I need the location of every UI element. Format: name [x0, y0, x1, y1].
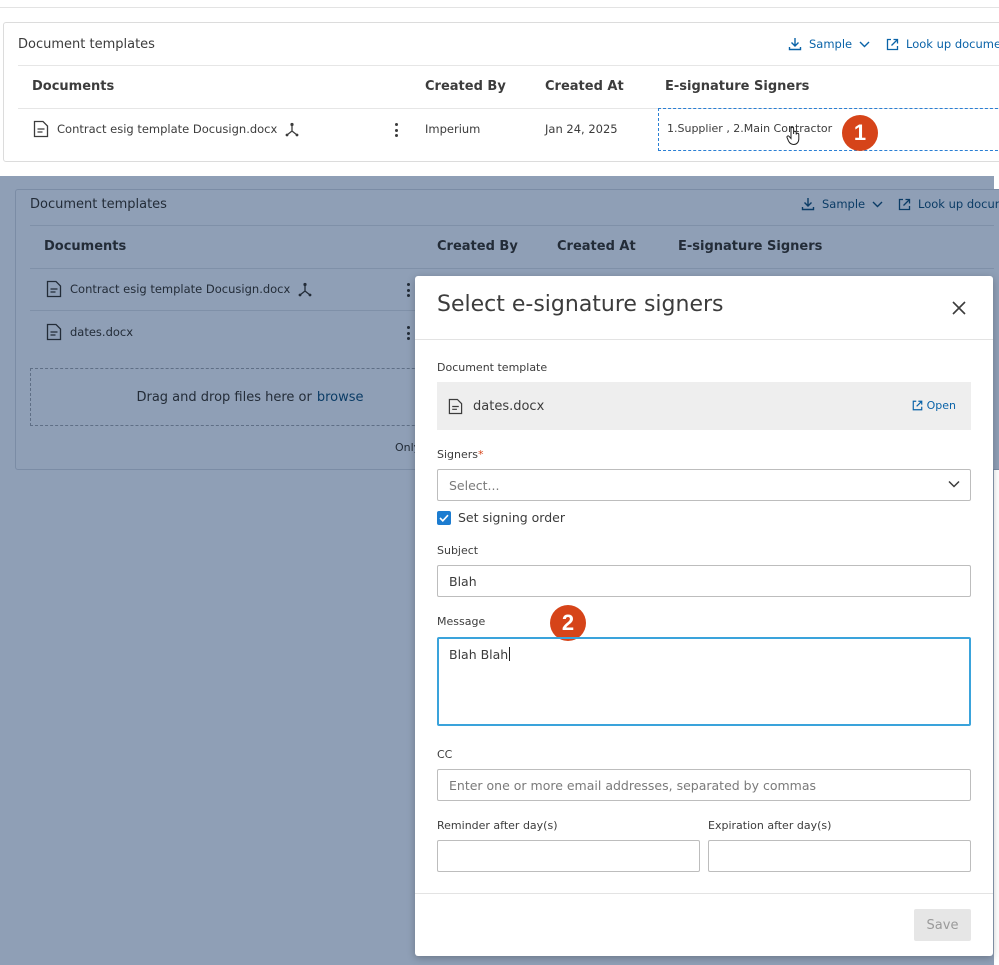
open-label: Open — [926, 399, 956, 412]
top-divider — [0, 7, 999, 8]
download-icon — [788, 38, 802, 51]
cc-input[interactable]: Enter one or more email addresses, separ… — [437, 769, 971, 801]
column-documents[interactable]: Documents — [32, 79, 114, 94]
background-row-divider — [30, 268, 994, 269]
background-row-divider-2 — [30, 310, 415, 311]
column-esignature-signers[interactable]: E-signature Signers — [665, 79, 809, 94]
document-template-name: dates.docx — [473, 398, 545, 414]
message-label: Message — [437, 615, 486, 628]
background-column-documents: Documents — [44, 239, 127, 254]
document-icon — [448, 398, 463, 414]
external-link-icon — [886, 38, 899, 50]
subject-label: Subject — [437, 544, 479, 557]
required-mark: * — [478, 448, 484, 461]
drop-zone-text: Drag and drop files here or — [136, 389, 312, 405]
reminder-label: Reminder after day(s) — [437, 819, 558, 832]
text-caret — [509, 647, 511, 661]
download-icon — [801, 198, 815, 211]
esignature-icon — [285, 122, 299, 136]
checkmark-icon — [439, 514, 449, 522]
signers-label-text: Signers — [437, 448, 479, 461]
dialog-title: Select e-signature signers — [437, 292, 724, 317]
background-column-created-by: Created By — [437, 239, 518, 254]
header-divider — [18, 65, 999, 66]
cc-placeholder: Enter one or more email addresses, separ… — [449, 777, 817, 793]
subject-input[interactable]: Blah — [437, 565, 971, 597]
esignature-signers-cell[interactable]: 1.Supplier , 2.Main Contractor — [658, 108, 999, 151]
close-icon[interactable] — [951, 300, 967, 316]
external-link-icon — [898, 198, 911, 210]
created-by-cell: Imperium — [425, 122, 481, 136]
signing-order-checkbox[interactable] — [437, 510, 451, 525]
background-row-2-name: dates.docx — [70, 325, 134, 339]
background-sample-dropdown: Sample — [801, 197, 883, 211]
hand-cursor-icon — [786, 126, 800, 146]
look-up-document-label: Look up document — [906, 37, 999, 51]
document-icon — [46, 323, 62, 341]
sample-label: Sample — [809, 37, 853, 51]
signers-select[interactable]: Select... — [437, 469, 971, 501]
document-name[interactable]: Contract esig template Docusign.docx — [57, 122, 277, 136]
external-link-icon — [912, 400, 922, 411]
panel-title: Document templates — [18, 37, 155, 52]
background-row-1-more-icon — [406, 283, 410, 297]
dialog-footer-divider — [415, 893, 993, 894]
signers-label: Signers* — [437, 448, 484, 461]
background-sample-label: Sample — [822, 197, 866, 211]
reminder-input[interactable] — [437, 840, 700, 872]
signing-order-label: Set signing order — [458, 510, 565, 525]
step-badge-1: 1 — [842, 115, 878, 151]
background-lookup-label: Look up docum — [918, 197, 999, 211]
cc-label: CC — [437, 748, 453, 761]
row-more-options-icon[interactable] — [394, 123, 398, 137]
background-row-2: dates.docx — [46, 323, 133, 341]
select-esignature-signers-dialog: Select e-signature signers Document temp… — [415, 276, 993, 956]
background-lookup-link: Look up docum — [898, 197, 999, 211]
open-document-link[interactable]: Open — [912, 399, 956, 412]
chevron-down-icon — [859, 41, 870, 47]
background-row-2-more-icon — [406, 326, 410, 340]
sample-dropdown[interactable]: Sample — [788, 37, 870, 51]
browse-link: browse — [316, 389, 364, 405]
dialog-header-divider — [415, 339, 993, 340]
chevron-down-icon — [948, 480, 960, 488]
esignature-icon — [298, 282, 312, 296]
created-at-cell: Jan 24, 2025 — [545, 122, 618, 136]
background-row-1-name: Contract esig template Docusign.docx — [70, 282, 291, 296]
document-template-label: Document template — [437, 361, 548, 374]
signers-placeholder: Select... — [449, 477, 500, 493]
background-header-divider — [30, 225, 994, 226]
document-template-box: dates.docx Open — [437, 382, 971, 430]
subject-value: Blah — [449, 573, 477, 589]
chevron-down-icon — [872, 201, 883, 207]
message-textarea[interactable]: Blah Blah — [437, 637, 971, 726]
file-drop-zone: Drag and drop files here or browse — [30, 368, 470, 426]
expiration-input[interactable] — [708, 840, 971, 872]
look-up-document-link[interactable]: Look up document — [886, 37, 999, 51]
document-icon — [46, 280, 62, 298]
set-signing-order-option[interactable]: Set signing order — [437, 510, 565, 525]
column-created-at[interactable]: Created At — [545, 79, 624, 94]
background-panel-title: Document templates — [30, 197, 167, 212]
column-created-by[interactable]: Created By — [425, 79, 506, 94]
step-badge-2: 2 — [550, 605, 586, 641]
save-button[interactable]: Save — [914, 909, 971, 941]
table-row-document[interactable]: Contract esig template Docusign.docx — [33, 120, 299, 138]
background-row-1: Contract esig template Docusign.docx — [46, 280, 312, 298]
background-column-esignature-signers: E-signature Signers — [678, 239, 823, 254]
expiration-label: Expiration after day(s) — [708, 819, 832, 832]
message-value: Blah Blah — [449, 647, 509, 662]
background-column-created-at: Created At — [557, 239, 636, 254]
document-icon — [33, 120, 49, 138]
